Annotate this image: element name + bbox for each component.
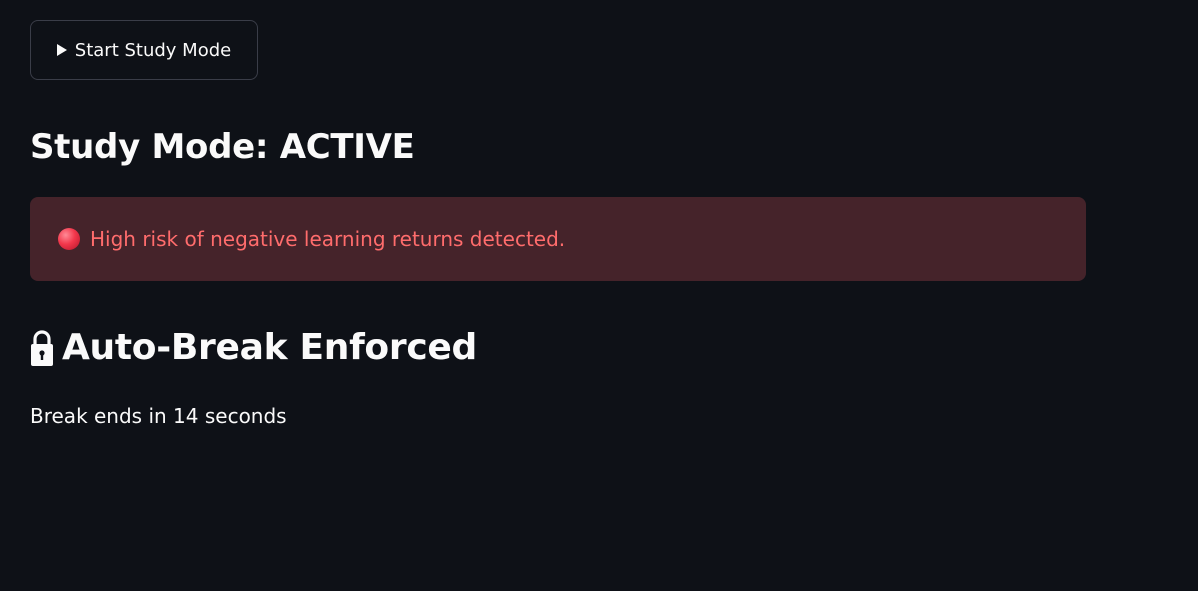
study-mode-status-title: Study Mode: ACTIVE (30, 127, 415, 167)
play-icon (56, 44, 67, 56)
start-study-mode-button[interactable]: Start Study Mode (30, 20, 258, 80)
risk-alert-message: High risk of negative learning returns d… (90, 227, 566, 251)
auto-break-heading: Auto-Break Enforced (30, 322, 477, 374)
red-circle-icon (58, 228, 80, 250)
app-container: Start Study Mode Study Mode: ACTIVE High… (0, 0, 1198, 591)
lock-icon (31, 330, 53, 366)
auto-break-heading-text: Auto-Break Enforced (62, 327, 477, 368)
break-countdown-text: Break ends in 14 seconds (30, 404, 287, 428)
risk-alert: High risk of negative learning returns d… (30, 197, 1086, 281)
start-study-mode-label: Start Study Mode (74, 39, 232, 61)
